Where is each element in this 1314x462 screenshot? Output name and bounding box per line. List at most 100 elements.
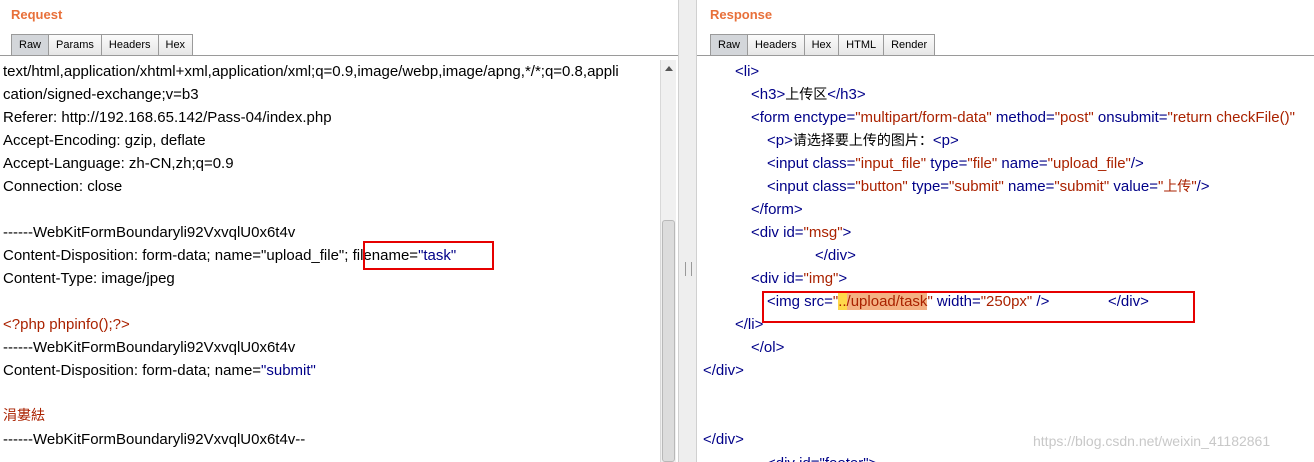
request-tab-divider [0, 55, 678, 56]
request-tab-raw[interactable]: Raw [11, 34, 50, 56]
tag: <input [767, 178, 809, 195]
response-tab-headers[interactable]: Headers [747, 34, 805, 55]
response-line-div-img: <div id="img"> [751, 267, 847, 290]
response-tab-html[interactable]: HTML [838, 34, 885, 55]
tag: </h3> [827, 86, 866, 103]
response-line: <li> [735, 63, 760, 80]
attr: id= [778, 224, 804, 241]
scroll-thumb[interactable] [662, 220, 675, 462]
request-line: Accept-Encoding: gzip, deflate [3, 132, 206, 149]
scroll-up-arrow-icon[interactable] [661, 60, 676, 76]
response-line: </form> [751, 201, 803, 218]
tag: > [842, 224, 852, 241]
attr-value: "file" [967, 155, 998, 172]
attr: type= [926, 155, 968, 172]
tag: <p> [767, 132, 793, 149]
request-line-payload: <?php phpinfo();?> [3, 316, 130, 333]
request-pane: Request Raw Params Headers Hex text/html… [0, 0, 678, 462]
response-line: </li> [735, 316, 764, 333]
response-title: Response [710, 7, 773, 22]
tag: <p> [932, 132, 959, 149]
request-line-submit: Content-Disposition: form-data; name="su… [3, 359, 316, 382]
tag: <img [767, 293, 800, 310]
request-editor[interactable]: text/html,application/xhtml+xml,applicat… [0, 60, 660, 462]
attr-value: "submit" [949, 178, 1004, 195]
filename-value: "task" [418, 247, 457, 264]
img-src-dots: .. [838, 293, 847, 310]
attr-value: "img" [803, 270, 839, 287]
response-line: </div> [1108, 293, 1149, 310]
attr-value: "button" [855, 178, 908, 195]
response-line-partial: <div id="footer"> [767, 452, 877, 462]
request-scrollbar[interactable] [660, 60, 676, 462]
attr-value: "250px" [980, 293, 1033, 310]
watermark: https://blog.csdn.net/weixin_41182861 [1033, 433, 1271, 449]
attr: class= [808, 178, 856, 195]
response-tab-raw[interactable]: Raw [710, 34, 749, 56]
request-tab-headers[interactable]: Headers [100, 34, 159, 55]
response-line: </div> [815, 247, 856, 264]
attr-value: "multipart/form-data" [855, 109, 992, 126]
splitter-grip-icon[interactable] [685, 262, 692, 276]
attr-value: "input_file" [855, 155, 927, 172]
attr-value: "post" [1054, 109, 1094, 126]
tag: /> [1032, 293, 1050, 310]
attr: width= [932, 293, 981, 310]
response-line-p: <p>请选择要上传的图片：<p> [767, 129, 959, 152]
submit-value: "submit" [261, 362, 316, 379]
tag: > [838, 270, 848, 287]
attr: onsubmit= [1093, 109, 1168, 126]
attr: value= [1109, 178, 1158, 195]
response-line-form: <form enctype="multipart/form-data" meth… [751, 106, 1295, 129]
tag: <div [751, 270, 779, 287]
response-line-input-button: <input class="button" type="submit" name… [767, 175, 1210, 198]
tag: /> [1130, 155, 1144, 172]
response-tab-divider [697, 55, 1314, 56]
attr-value: "return checkFile()" [1167, 109, 1295, 126]
filename-key: filename= [352, 247, 419, 264]
request-tab-hex[interactable]: Hex [157, 34, 194, 55]
request-line: Content-Type: image/jpeg [3, 270, 175, 287]
tag: /> [1196, 178, 1210, 195]
attr: class= [808, 155, 856, 172]
request-line: Connection: close [3, 178, 123, 195]
request-line-filename: Content-Disposition: form-data; name="up… [3, 244, 456, 267]
request-line: Accept-Language: zh-CN,zh;q=0.9 [3, 155, 234, 172]
response-editor[interactable]: <li> <h3>上传区</h3> <form enctype="multipa… [697, 60, 1314, 462]
request-line: ------WebKitFormBoundaryli92VxvqlU0x6t4v [3, 224, 296, 241]
attr: enctype= [789, 109, 856, 126]
p-text: 请选择要上传的图片： [792, 133, 933, 149]
pane-splitter[interactable] [678, 0, 697, 462]
request-line: text/html,application/xhtml+xml,applicat… [3, 63, 619, 80]
tag: <input [767, 155, 809, 172]
response-line-img: <img src="../upload/task" width="250px" … [767, 290, 1049, 313]
response-pane: Response Raw Headers Hex HTML Render <li… [697, 0, 1314, 462]
tag: <form [751, 109, 790, 126]
request-tab-params[interactable]: Params [48, 34, 102, 55]
img-src-path: /upload/task [846, 293, 928, 310]
response-tab-hex[interactable]: Hex [803, 34, 840, 55]
response-tab-render[interactable]: Render [883, 34, 936, 55]
response-line-h3: <h3>上传区</h3> [751, 83, 866, 106]
tag: <div [751, 224, 779, 241]
attr-value: "upload_file" [1047, 155, 1131, 172]
attr: method= [991, 109, 1055, 126]
tag: <h3> [751, 86, 786, 103]
attr: name= [1003, 178, 1055, 195]
attr: src= [799, 293, 833, 310]
request-title: Request [11, 7, 63, 22]
request-line: Referer: http://192.168.65.142/Pass-04/i… [3, 109, 332, 126]
h3-text: 上传区 [785, 87, 828, 103]
request-tabs: Raw Params Headers Hex [11, 34, 194, 56]
request-text: Content-Disposition: form-data; name="up… [3, 247, 353, 264]
response-line: </div> [703, 431, 744, 448]
response-line: </div> [703, 362, 744, 379]
request-line: ------WebKitFormBoundaryli92VxvqlU0x6t4v [3, 339, 296, 356]
attr: type= [907, 178, 950, 195]
attr: name= [997, 155, 1048, 172]
attr-value: 上传 [1163, 179, 1192, 195]
response-line-div-msg: <div id="msg"> [751, 221, 851, 244]
response-tabs: Raw Headers Hex HTML Render [710, 34, 936, 56]
request-line: cation/signed-exchange;v=b3 [3, 86, 199, 103]
attr-value: "msg" [803, 224, 843, 241]
